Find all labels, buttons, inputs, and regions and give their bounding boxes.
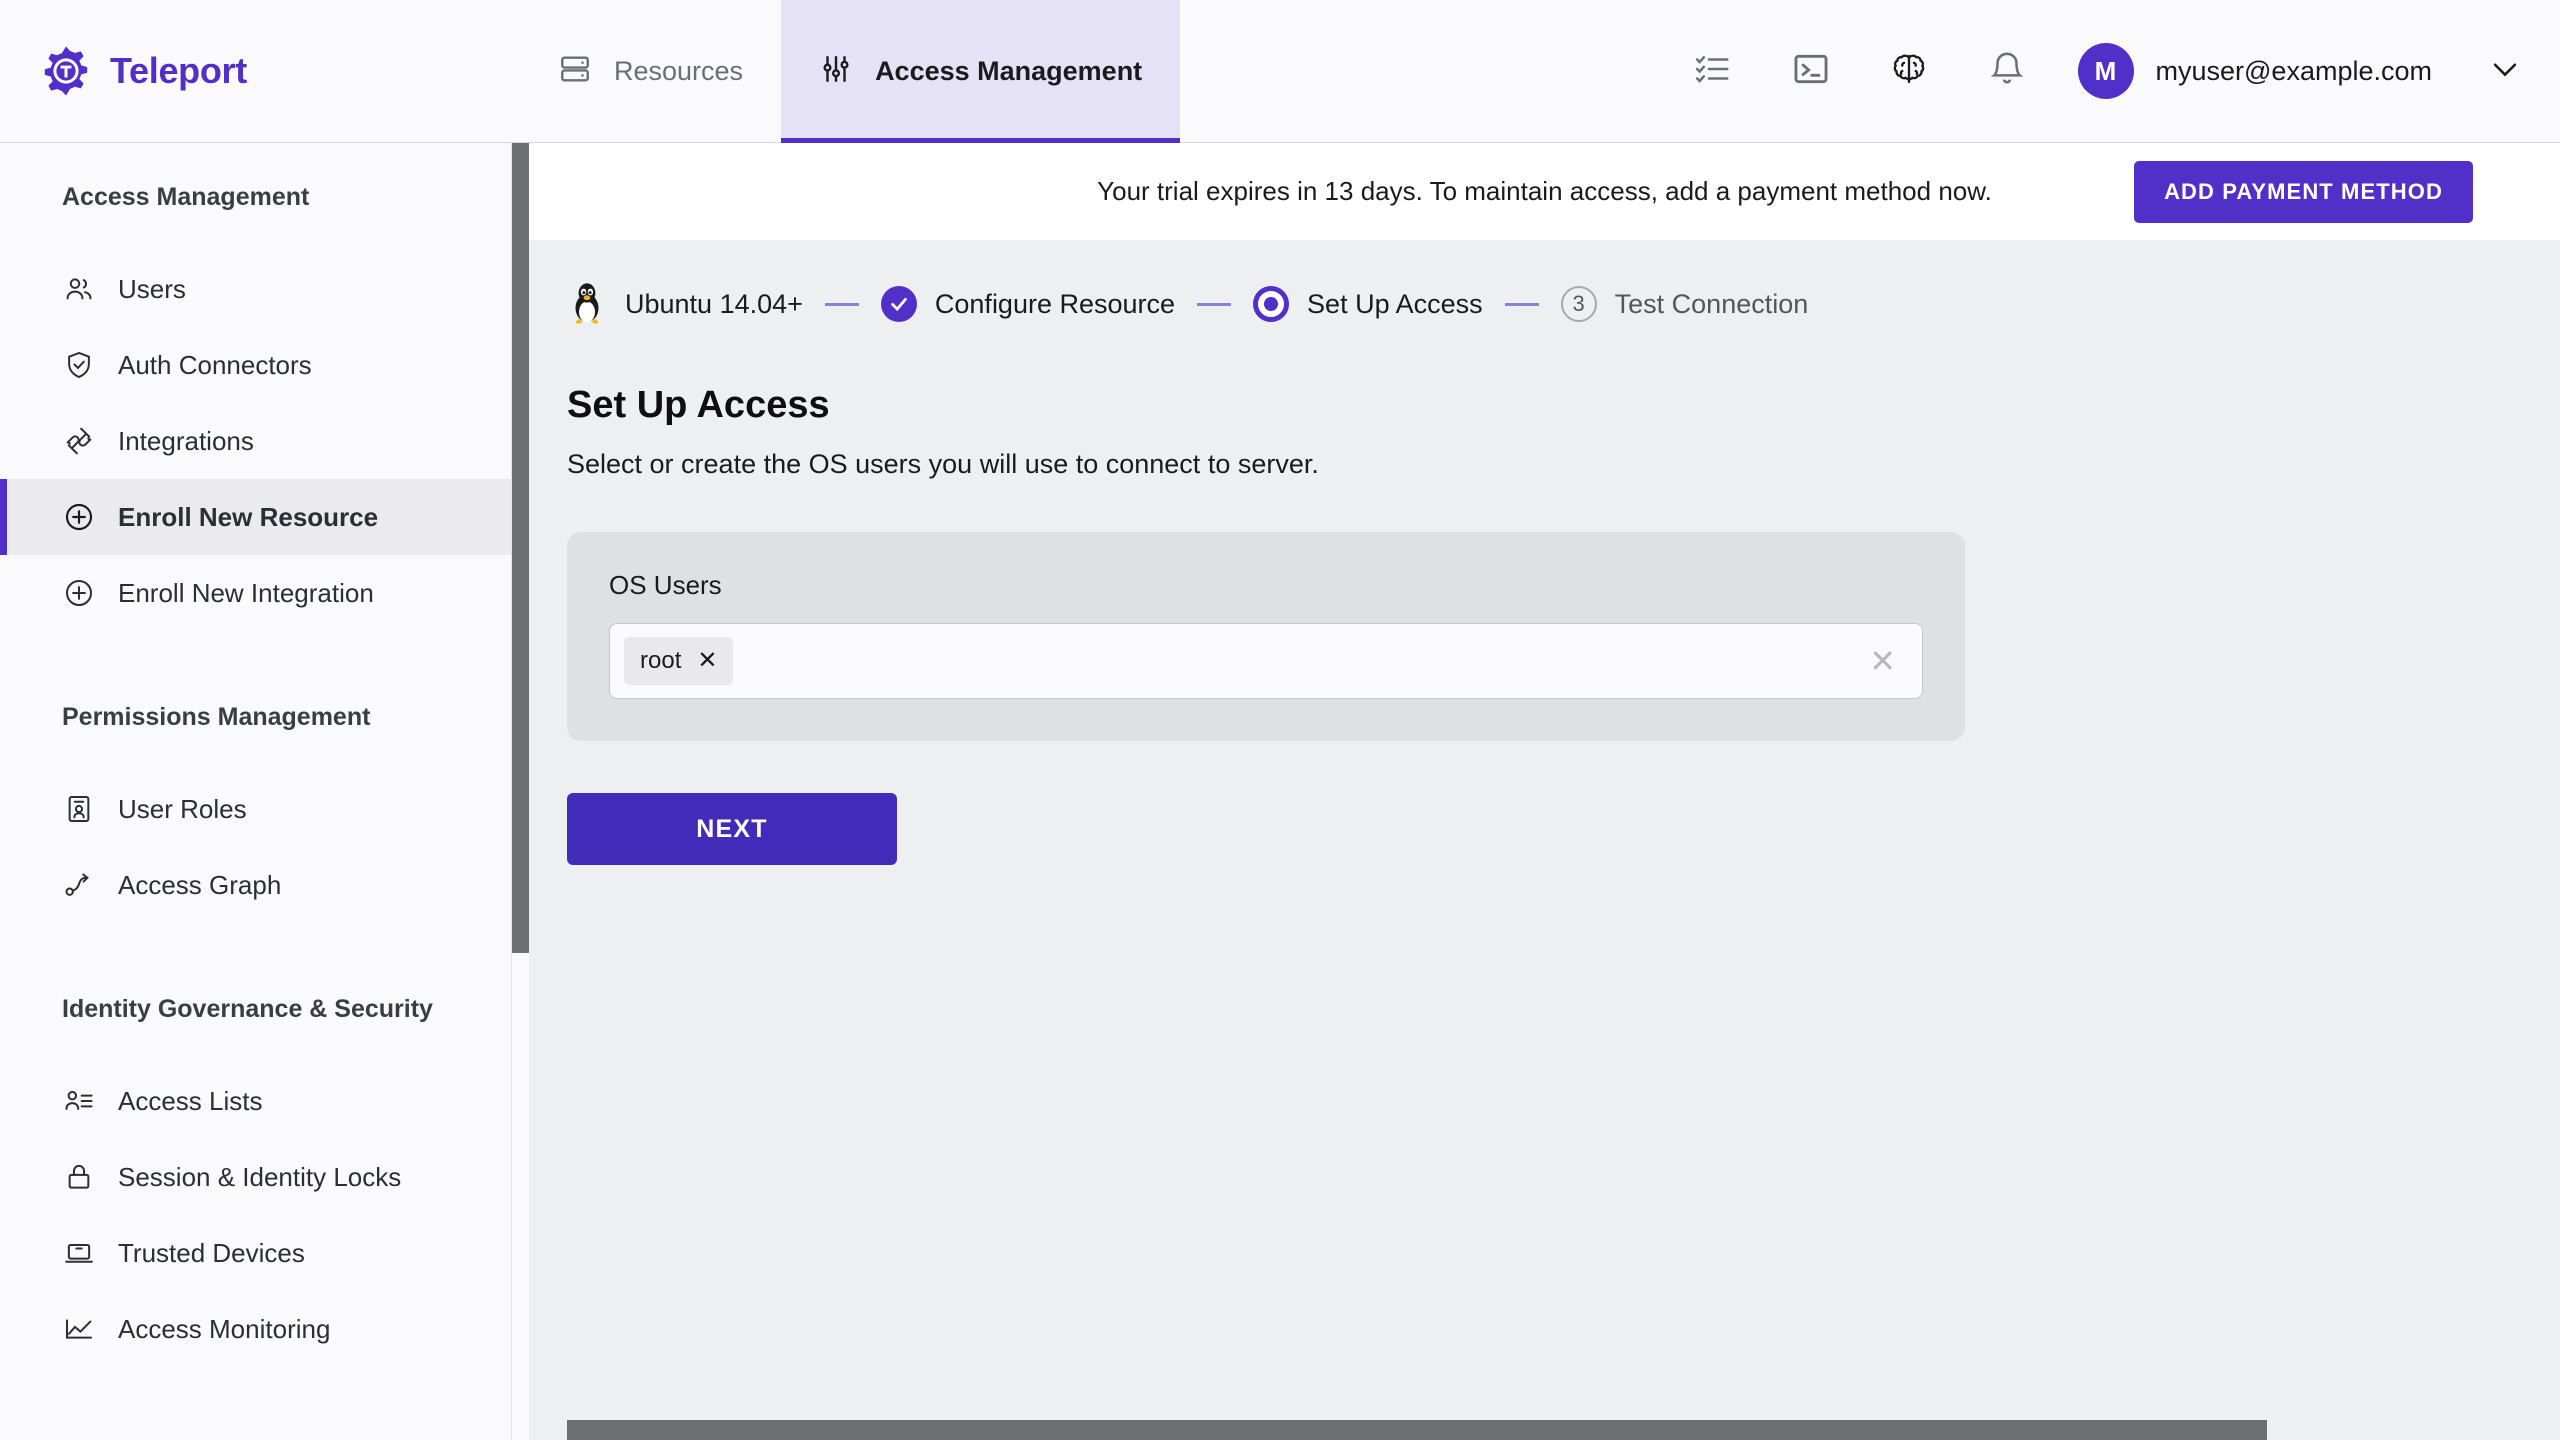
next-button[interactable]: NEXT xyxy=(567,793,897,865)
tux-icon xyxy=(567,282,607,326)
step-divider xyxy=(1504,302,1539,306)
sidebar-item-user-roles-label: User Roles xyxy=(118,793,247,824)
sidebar-section-access-management: Access Management xyxy=(62,182,310,211)
os-user-chip[interactable]: root ✕ xyxy=(624,637,734,685)
step-divider xyxy=(824,302,859,306)
sidebar-item-trusted-devices-label: Trusted Devices xyxy=(118,1237,305,1268)
sidebar-item-access-graph[interactable]: Access Graph xyxy=(0,847,511,923)
plus-circle-icon xyxy=(62,500,96,534)
sidebar-item-access-lists[interactable]: Access Lists xyxy=(0,1063,511,1139)
clear-all-icon[interactable]: ✕ xyxy=(1869,645,1896,677)
main-content: Your trial expires in 13 days. To mainta… xyxy=(529,143,2560,1440)
step-os-version-label: Ubuntu 14.04+ xyxy=(625,288,803,319)
brand-logo[interactable]: Teleport xyxy=(0,0,520,142)
sidebar-item-access-graph-label: Access Graph xyxy=(118,869,282,900)
sidebar-item-users[interactable]: Users xyxy=(0,251,511,327)
step-test-connection-label: Test Connection xyxy=(1614,288,1809,319)
step-set-up-access[interactable]: Set Up Access xyxy=(1253,286,1483,322)
server-rack-icon xyxy=(558,52,592,91)
nav-tab-resources-label: Resources xyxy=(614,55,744,86)
avatar: M xyxy=(2077,43,2134,99)
nav-tab-access-management[interactable]: Access Management xyxy=(781,0,1181,143)
shield-check-icon xyxy=(62,348,96,382)
line-chart-icon xyxy=(62,1312,96,1346)
enrollment-steps: Ubuntu 14.04+ Configure Resource Set Up … xyxy=(529,240,2560,336)
bell-icon xyxy=(1988,50,2026,93)
sidebar-item-integrations[interactable]: Integrations xyxy=(0,403,511,479)
person-list-icon xyxy=(62,1084,96,1118)
sidebar-item-access-lists-label: Access Lists xyxy=(118,1085,263,1116)
radio-active-icon xyxy=(1253,286,1290,322)
top-navigation-bar: Teleport Resources Access Management M m… xyxy=(0,0,2560,143)
sidebar-item-session-identity-locks[interactable]: Session & Identity Locks xyxy=(0,1139,511,1215)
brand-name: Teleport xyxy=(110,50,247,91)
sidebar-item-auth-connectors-label: Auth Connectors xyxy=(118,349,312,380)
checklist-icon xyxy=(1694,50,1732,93)
sidebar-item-user-roles[interactable]: User Roles xyxy=(0,771,511,847)
sidebar-item-session-identity-locks-label: Session & Identity Locks xyxy=(118,1161,402,1192)
sidebar-item-enroll-new-resource-label: Enroll New Resource xyxy=(118,501,379,532)
step-set-up-access-label: Set Up Access xyxy=(1307,288,1483,319)
os-users-panel: OS Users root ✕ ✕ xyxy=(567,532,1965,741)
sidebar-item-access-monitoring-label: Access Monitoring xyxy=(118,1313,331,1344)
add-payment-method-button[interactable]: ADD PAYMENT METHOD xyxy=(2134,160,2473,223)
step-configure-resource[interactable]: Configure Resource xyxy=(880,286,1176,322)
close-icon[interactable]: ✕ xyxy=(697,649,717,673)
step-os-version: Ubuntu 14.04+ xyxy=(567,282,803,326)
teleport-gear-logo-icon xyxy=(40,45,92,97)
user-email: myuser@example.com xyxy=(2155,55,2433,86)
laptop-icon xyxy=(62,1236,96,1270)
page-title: Set Up Access xyxy=(567,384,830,426)
sidebar-item-trusted-devices[interactable]: Trusted Devices xyxy=(0,1215,511,1291)
nav-tab-access-management-label: Access Management xyxy=(875,55,1143,86)
nav-tab-resources[interactable]: Resources xyxy=(520,0,781,142)
sidebar-scrollbar[interactable] xyxy=(512,143,529,1440)
page-header: Set Up Access Select or create the OS us… xyxy=(529,336,2560,480)
check-circle-icon xyxy=(880,286,917,322)
sidebar-item-users-label: Users xyxy=(118,273,186,304)
trial-banner: Your trial expires in 13 days. To mainta… xyxy=(529,143,2560,240)
sidebar-item-enroll-new-integration-label: Enroll New Integration xyxy=(118,577,374,608)
nav-icon-group: M myuser@example.com xyxy=(1664,0,2560,142)
step-divider xyxy=(1197,302,1232,306)
user-menu[interactable]: M myuser@example.com xyxy=(2056,43,2560,99)
sidebar-section-identity-governance: Identity Governance & Security xyxy=(62,994,433,1023)
graph-node-icon xyxy=(62,868,96,902)
brain-icon xyxy=(1889,49,1929,94)
sidebar-scrollbar-thumb[interactable] xyxy=(512,143,529,953)
terminal-button[interactable] xyxy=(1762,0,1860,143)
plug-icon xyxy=(62,424,96,458)
notifications-button[interactable] xyxy=(1958,0,2056,143)
sidebar-item-enroll-new-integration[interactable]: Enroll New Integration xyxy=(0,555,511,631)
os-users-label: OS Users xyxy=(609,570,722,600)
sidebar-item-integrations-label: Integrations xyxy=(118,425,254,456)
terminal-icon xyxy=(1792,50,1830,93)
os-users-input[interactable]: root ✕ ✕ xyxy=(609,623,1923,699)
sidebar-section-permissions-management: Permissions Management xyxy=(62,702,371,731)
sidebar-item-enroll-new-resource[interactable]: Enroll New Resource xyxy=(0,479,511,555)
sidebar-item-auth-connectors[interactable]: Auth Connectors xyxy=(0,327,511,403)
step-test-connection[interactable]: 3 Test Connection xyxy=(1560,286,1809,322)
sidebar-section-activity: Activity xyxy=(0,1429,511,1440)
lock-icon xyxy=(62,1160,96,1194)
horizontal-scrollbar-thumb[interactable] xyxy=(567,1420,2267,1440)
step-configure-resource-label: Configure Resource xyxy=(934,288,1176,319)
checklist-button[interactable] xyxy=(1664,0,1762,143)
step-number-badge: 3 xyxy=(1560,286,1597,322)
os-user-chip-label: root xyxy=(640,647,682,674)
users-icon xyxy=(62,272,96,306)
sliders-icon xyxy=(819,52,853,91)
nav-tabs: Resources Access Management xyxy=(520,0,1181,143)
plus-circle-icon xyxy=(62,576,96,610)
sidebar: Access Management Users Auth Connectors xyxy=(0,143,512,1440)
page-subtitle: Select or create the OS users you will u… xyxy=(567,449,1319,479)
chevron-down-icon xyxy=(2488,52,2522,91)
assist-brain-button[interactable] xyxy=(1860,0,1958,143)
id-badge-icon xyxy=(62,792,96,826)
sidebar-item-access-monitoring[interactable]: Access Monitoring xyxy=(0,1291,511,1367)
trial-banner-message: Your trial expires in 13 days. To mainta… xyxy=(1097,176,1992,206)
